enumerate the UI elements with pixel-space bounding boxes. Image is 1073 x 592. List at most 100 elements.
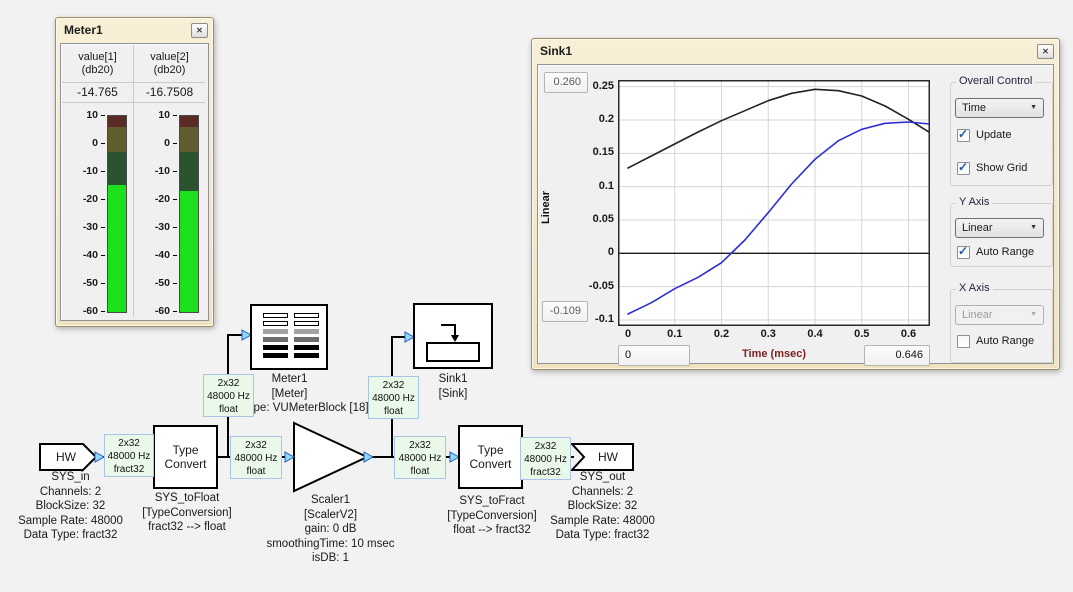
caption-line: SYS_toFract (427, 494, 557, 509)
meter-scale-tick (101, 115, 105, 117)
x-auto-range-checkbox[interactable]: ✓ (957, 335, 970, 348)
meter-scale-tick (101, 311, 105, 313)
mname: value[2] (134, 51, 205, 63)
x-axis-group-label: X Axis (956, 282, 993, 294)
meter-scale-label: -50 (64, 277, 98, 289)
caption-line: Scaler1 (248, 493, 413, 508)
y-tick-label: 0.05 (574, 213, 614, 225)
x-max-field[interactable]: 0.646 (864, 345, 930, 366)
caption-line: fract32 --> float (122, 520, 252, 535)
vu-bar (294, 337, 319, 342)
caption-line: 2x32 (395, 439, 445, 452)
vu-bar (294, 353, 319, 358)
meter-window-titlebar[interactable]: Meter1 (56, 18, 213, 43)
meter-channel-1: value[1](db20)-14.765100-10-20-30-40-50-… (62, 45, 134, 317)
x-tick-label: 0.5 (845, 328, 879, 340)
meter-scale-label: -60 (64, 305, 98, 317)
meter-panel: value[1](db20)-14.765100-10-20-30-40-50-… (60, 43, 209, 321)
caption-line: 48000 Hz (231, 452, 281, 465)
x-axis-group: X Axis (950, 289, 1053, 363)
caption-line: float (231, 465, 281, 478)
overall-control-group-label: Overall Control (956, 75, 1035, 87)
caption-line: Data Type: fract32 (8, 528, 133, 543)
meter-bar (107, 115, 127, 313)
update-checkbox[interactable]: ✓ (957, 129, 970, 142)
sink-block[interactable] (413, 303, 493, 369)
vu-bar (263, 329, 288, 334)
y-tick-label: 0 (574, 246, 614, 258)
meter-scale-tick (173, 143, 177, 145)
meter-zone (108, 185, 126, 312)
x-axis-label: Time (msec) (674, 348, 874, 360)
mline (134, 82, 205, 83)
meter-scale-label: -10 (64, 165, 98, 177)
meter-zone (108, 127, 126, 152)
y-tick-label: -0.1 (574, 313, 614, 325)
meter-scale-tick (173, 283, 177, 285)
check-icon: ✓ (958, 244, 968, 258)
meter-scale-tick (173, 311, 177, 313)
meter-scale-label: -40 (64, 249, 98, 261)
meter-scale-label: -20 (64, 193, 98, 205)
meter-zone (108, 116, 126, 127)
meter-scale-label: 10 (136, 109, 170, 121)
type-convert-block-2[interactable]: Type Convert (458, 425, 523, 489)
caption-line: float (395, 465, 445, 478)
close-icon[interactable]: ✕ (191, 23, 208, 38)
y-tick-label: 0.1 (574, 180, 614, 192)
caption-line: Data Type: fract32 (540, 528, 665, 543)
sink-window: Sink1 ✕ 0.260 Linear -0.109 0.250.20.150… (531, 38, 1060, 370)
caption-line: 48000 Hz (521, 453, 570, 466)
show-grid-checkbox[interactable]: ✓ (957, 162, 970, 175)
wire-label: 2x3248000 Hzfloat (203, 374, 254, 417)
meter-window: Meter1 ✕ value[1](db20)-14.765100-10-20-… (55, 17, 214, 327)
close-icon[interactable]: ✕ (1037, 44, 1054, 59)
sink-window-titlebar[interactable]: Sink1 (532, 39, 1059, 64)
overall-control-dropdown[interactable]: Time ▼ (955, 98, 1044, 118)
caption-line: Channels: 2 (8, 485, 133, 500)
sys-tofloat-caption: SYS_toFloat[TypeConversion]fract32 --> f… (122, 491, 252, 535)
meter-zone (108, 152, 126, 185)
caption-line: isDB: 1 (248, 551, 413, 566)
caption-line: 2x32 (369, 379, 418, 392)
sys-in-caption: SYS_inChannels: 2BlockSize: 32Sample Rat… (8, 470, 133, 543)
meter-scale-tick (173, 171, 177, 173)
caption-line: [ScalerV2] (248, 508, 413, 523)
y-tick-label: 0.25 (574, 80, 614, 92)
vu-bar (294, 321, 319, 326)
y-auto-range-checkbox[interactable]: ✓ (957, 246, 970, 259)
hw-output-label: HW (586, 450, 630, 464)
mname: value[1] (62, 51, 133, 63)
x-axis-dropdown: Linear ▼ (955, 305, 1044, 325)
caption-line: Channels: 2 (540, 485, 665, 500)
meter-bar (179, 115, 199, 313)
caption-line: [TypeConversion] (427, 509, 557, 524)
meter-scale-label: -50 (136, 277, 170, 289)
x-tick-label: 0.4 (798, 328, 832, 340)
meter-block[interactable] (250, 304, 328, 370)
meter-scale-tick (101, 283, 105, 285)
scaler-block-shape[interactable] (294, 423, 367, 491)
munit: (db20) (134, 64, 205, 76)
meter-scale-label: -40 (136, 249, 170, 261)
vu-bar (263, 313, 288, 318)
meter-scale-tick (101, 199, 105, 201)
y-axis-value: Linear (962, 222, 993, 234)
meter-scale-area: 100-10-20-30-40-50-60 (134, 103, 205, 317)
show-grid-checkbox-label: Show Grid (976, 162, 1027, 174)
chevron-down-icon: ▼ (1030, 224, 1037, 231)
caption-line: Sample Rate: 48000 (540, 514, 665, 529)
caption-line: [TypeConversion] (122, 506, 252, 521)
x-tick-label: 0.1 (658, 328, 692, 340)
type-convert-block-1[interactable]: Type Convert (153, 425, 218, 489)
vu-bar (294, 329, 319, 334)
check-icon: ✓ (958, 160, 968, 174)
caption-line: Sample Rate: 48000 (8, 514, 133, 529)
mval: -16.7508 (134, 85, 205, 99)
meter-scale-label: 0 (64, 137, 98, 149)
caption-line: BlockSize: 32 (540, 499, 665, 514)
y-auto-range-label: Auto Range (976, 246, 1034, 258)
wire-label: 2x3248000 Hzfract32 (520, 437, 571, 480)
meter-window-title: Meter1 (64, 23, 103, 37)
y-axis-dropdown[interactable]: Linear ▼ (955, 218, 1044, 238)
